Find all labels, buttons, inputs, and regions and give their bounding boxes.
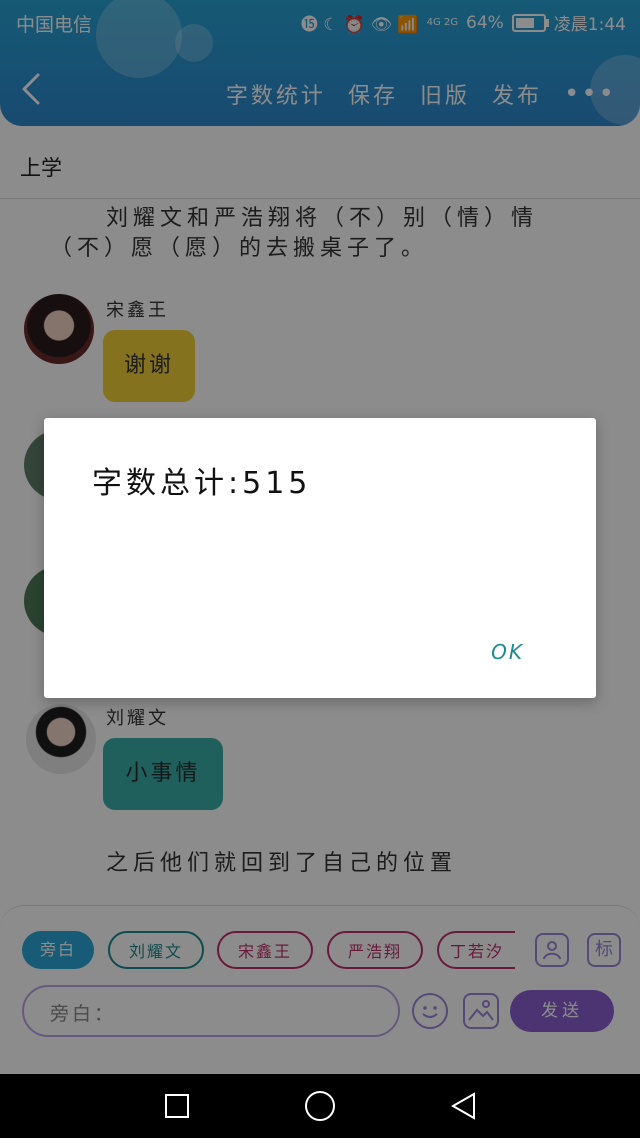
dialog-message: 字数总计:515 (92, 466, 312, 501)
ok-button[interactable]: OK (485, 636, 530, 668)
back-triangle-icon[interactable] (450, 1092, 476, 1120)
recents-icon[interactable] (165, 1094, 189, 1118)
word-count-dialog: 字数总计:515 OK (44, 418, 596, 698)
home-icon[interactable] (305, 1091, 335, 1121)
